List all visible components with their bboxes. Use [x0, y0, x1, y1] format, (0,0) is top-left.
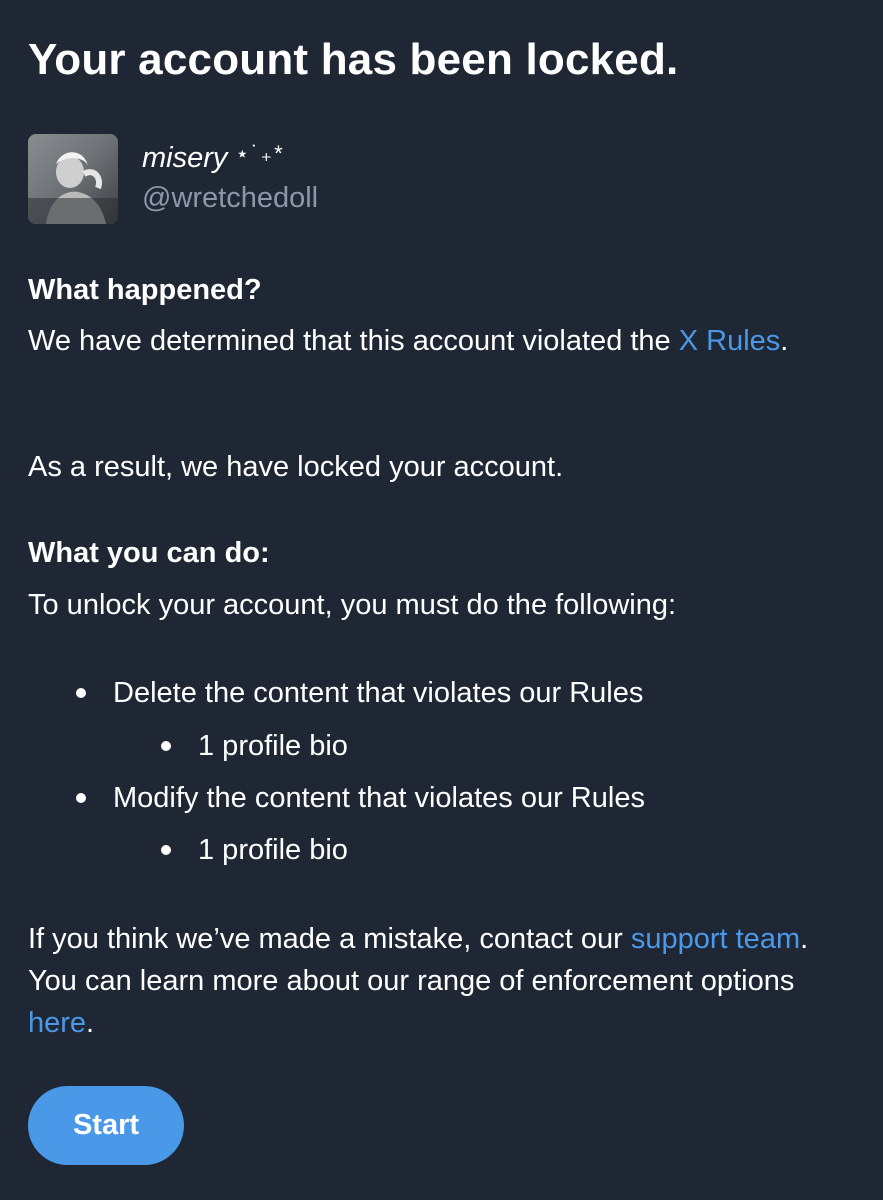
start-button[interactable]: Start [28, 1086, 184, 1165]
list-item-label: Delete the content that violates our Rul… [113, 677, 644, 709]
footer-text-prefix: If you think we’ve made a mistake, conta… [28, 923, 631, 955]
support-team-link[interactable]: support team [631, 923, 800, 955]
bullet-dot-icon [161, 845, 171, 855]
bullet-dot-icon [76, 793, 86, 803]
bullet-dot-icon [76, 688, 86, 698]
avatar-photo-icon [28, 134, 118, 224]
enforcement-options-link[interactable]: here [28, 1007, 86, 1039]
what-happened-body-text: We have determined that this account vio… [28, 325, 679, 357]
unlock-intro-text: To unlock your account, you must do the … [28, 589, 677, 621]
page-title: Your account has been locked. [28, 35, 679, 84]
what-happened-body-suffix: . [780, 325, 789, 357]
what-happened-heading: What happened? [28, 274, 262, 306]
list-item-sub-label: 1 profile bio [198, 730, 348, 762]
what-you-can-do-heading: What you can do: [28, 537, 270, 569]
footer-text-suffix: . [86, 1007, 95, 1039]
user-handle: @wretchedoll [142, 182, 319, 214]
list-item-sub-label: 1 profile bio [198, 834, 348, 866]
display-name-text: misery [142, 142, 228, 174]
result-text: As a result, we have locked your account… [28, 451, 564, 483]
x-rules-link[interactable]: X Rules [679, 325, 781, 357]
sparkle-decoration: ⋆˙₊* [235, 141, 285, 166]
user-card: misery ⋆˙₊* @wretchedoll [28, 134, 528, 224]
list-item-label: Modify the content that violates our Rul… [113, 782, 645, 814]
bullet-dot-icon [161, 741, 171, 751]
footer-text: If you think we’ve made a mistake, conta… [28, 918, 858, 1044]
display-name: misery ⋆˙₊* [142, 138, 285, 180]
avatar [28, 134, 118, 224]
what-happened-body: We have determined that this account vio… [28, 320, 858, 362]
